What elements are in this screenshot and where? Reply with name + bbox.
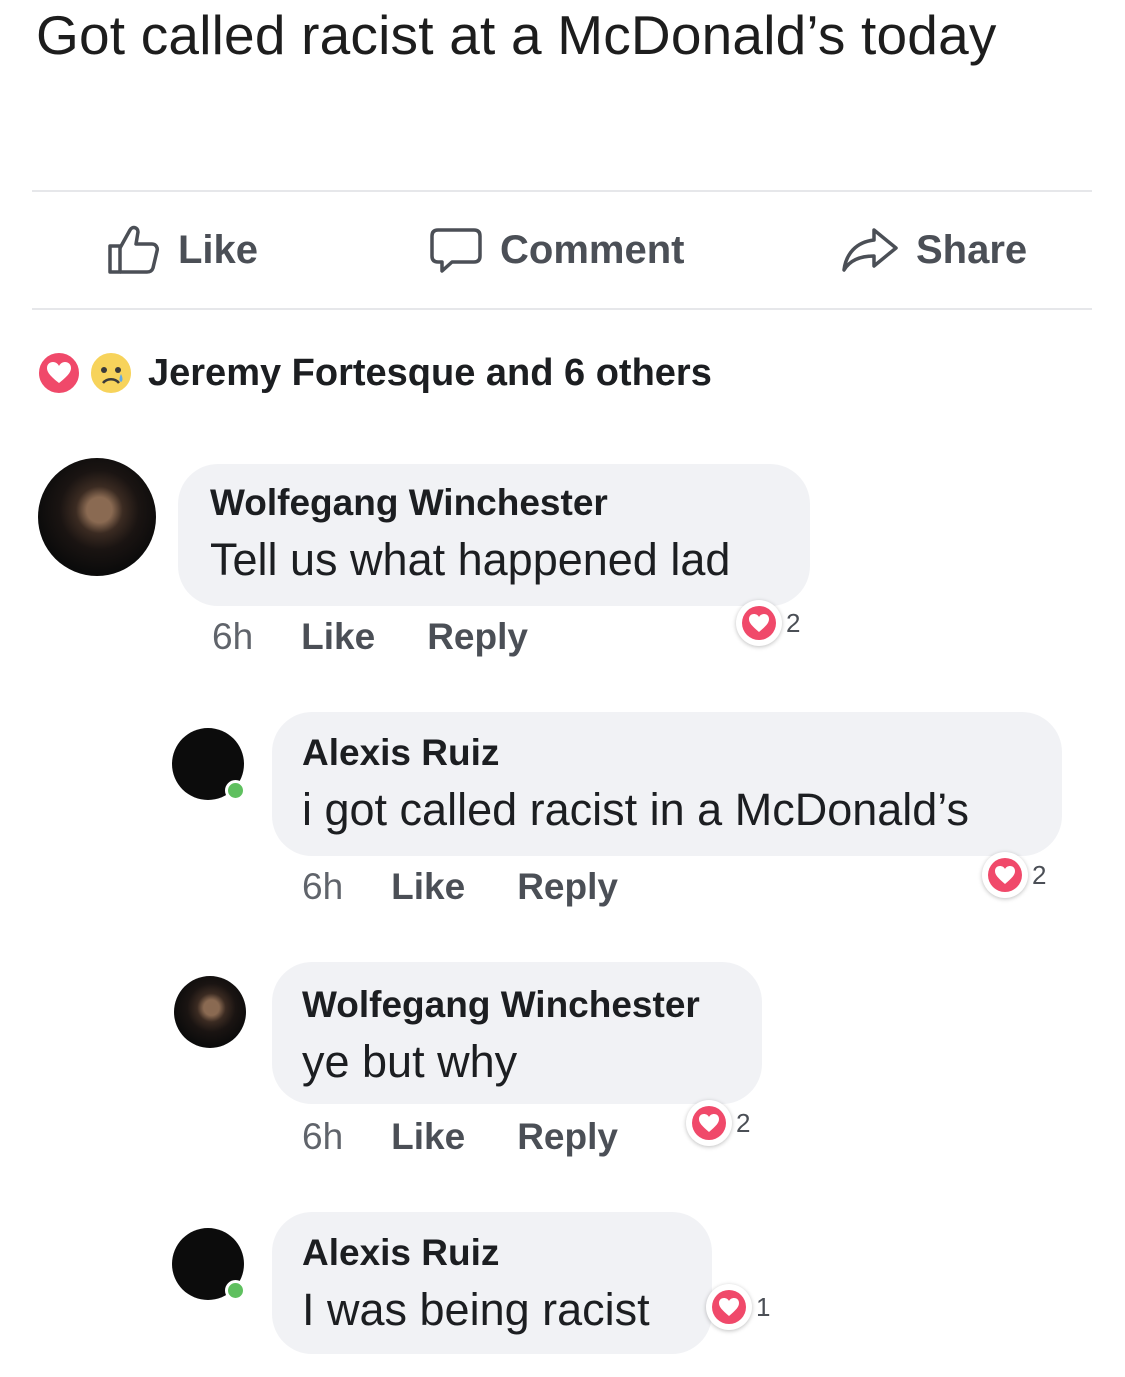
comment-reaction-badge[interactable]: 2 <box>736 598 800 648</box>
comment-like-button[interactable]: Like <box>301 616 375 658</box>
comment-bubble: Alexis Ruiz i got called racist in a McD… <box>272 712 1062 856</box>
comment-reply-button[interactable]: Reply <box>427 616 528 658</box>
comment-author[interactable]: Wolfegang Winchester <box>302 984 700 1026</box>
sad-reaction-icon <box>89 351 133 395</box>
post-action-bar: Like Comment Share <box>0 192 1125 310</box>
heart-icon <box>736 600 782 646</box>
comment-meta: 6h Like Reply <box>302 1116 618 1158</box>
comment-author[interactable]: Alexis Ruiz <box>302 1232 499 1274</box>
speech-bubble-icon <box>430 228 482 273</box>
reaction-icons <box>36 350 144 396</box>
reaction-count: 1 <box>756 1291 771 1322</box>
comment-button[interactable]: Comment <box>428 222 684 278</box>
comment-text: Tell us what happened lad <box>210 534 731 585</box>
comment-text: ye but why <box>302 1036 518 1087</box>
comment-text: i got called racist in a McDonald’s <box>302 784 969 835</box>
comment-button-label: Comment <box>500 227 685 272</box>
comment-time: 6h <box>212 616 254 657</box>
avatar[interactable] <box>38 458 156 576</box>
comment-like-button[interactable]: Like <box>391 1116 465 1158</box>
heart-icon <box>686 1100 732 1146</box>
heart-icon <box>982 852 1028 898</box>
comment-reaction-badge[interactable]: 2 <box>686 1098 750 1148</box>
comment-reply-button[interactable]: Reply <box>517 866 618 908</box>
comment-author[interactable]: Alexis Ruiz <box>302 732 499 774</box>
comment-meta: 6h Like Reply <box>302 866 618 908</box>
share-button-label: Share <box>916 227 1028 272</box>
post-text: Got called racist at a McDonald’s today <box>36 4 997 66</box>
comment-time: 6h <box>302 1116 344 1157</box>
reaction-count: 2 <box>1032 859 1047 890</box>
comment-reply-button[interactable]: Reply <box>517 1116 618 1158</box>
reactions-summary[interactable]: Jeremy Fortesque and 6 others <box>36 348 712 398</box>
divider-bottom <box>32 308 1092 310</box>
like-button[interactable]: Like <box>106 222 258 278</box>
comment-time: 6h <box>302 866 344 907</box>
share-button[interactable]: Share <box>840 222 1027 278</box>
comment-meta: 6h Like Reply <box>212 616 528 658</box>
heart-reaction-icon <box>37 351 81 395</box>
comment-bubble: Wolfegang Winchester ye but why <box>272 962 762 1104</box>
comment-reaction-badge[interactable]: 1 <box>706 1282 770 1332</box>
online-status-indicator <box>225 780 246 801</box>
online-status-indicator <box>225 1280 246 1301</box>
reaction-count: 2 <box>786 607 801 638</box>
comment-bubble: Wolfegang Winchester Tell us what happen… <box>178 464 810 606</box>
comment-like-button[interactable]: Like <box>391 866 465 908</box>
thumbs-up-icon <box>108 225 159 274</box>
comment-text: I was being racist <box>302 1284 650 1335</box>
heart-icon <box>706 1284 752 1330</box>
comment-author[interactable]: Wolfegang Winchester <box>210 482 608 524</box>
like-button-label: Like <box>178 227 259 272</box>
avatar[interactable] <box>174 976 246 1048</box>
comment-reaction-badge[interactable]: 2 <box>982 850 1046 900</box>
reaction-count: 2 <box>736 1107 751 1138</box>
reactions-names: Jeremy Fortesque and 6 others <box>148 351 712 394</box>
share-arrow-icon <box>842 228 898 272</box>
comment-bubble: Alexis Ruiz I was being racist <box>272 1212 712 1354</box>
